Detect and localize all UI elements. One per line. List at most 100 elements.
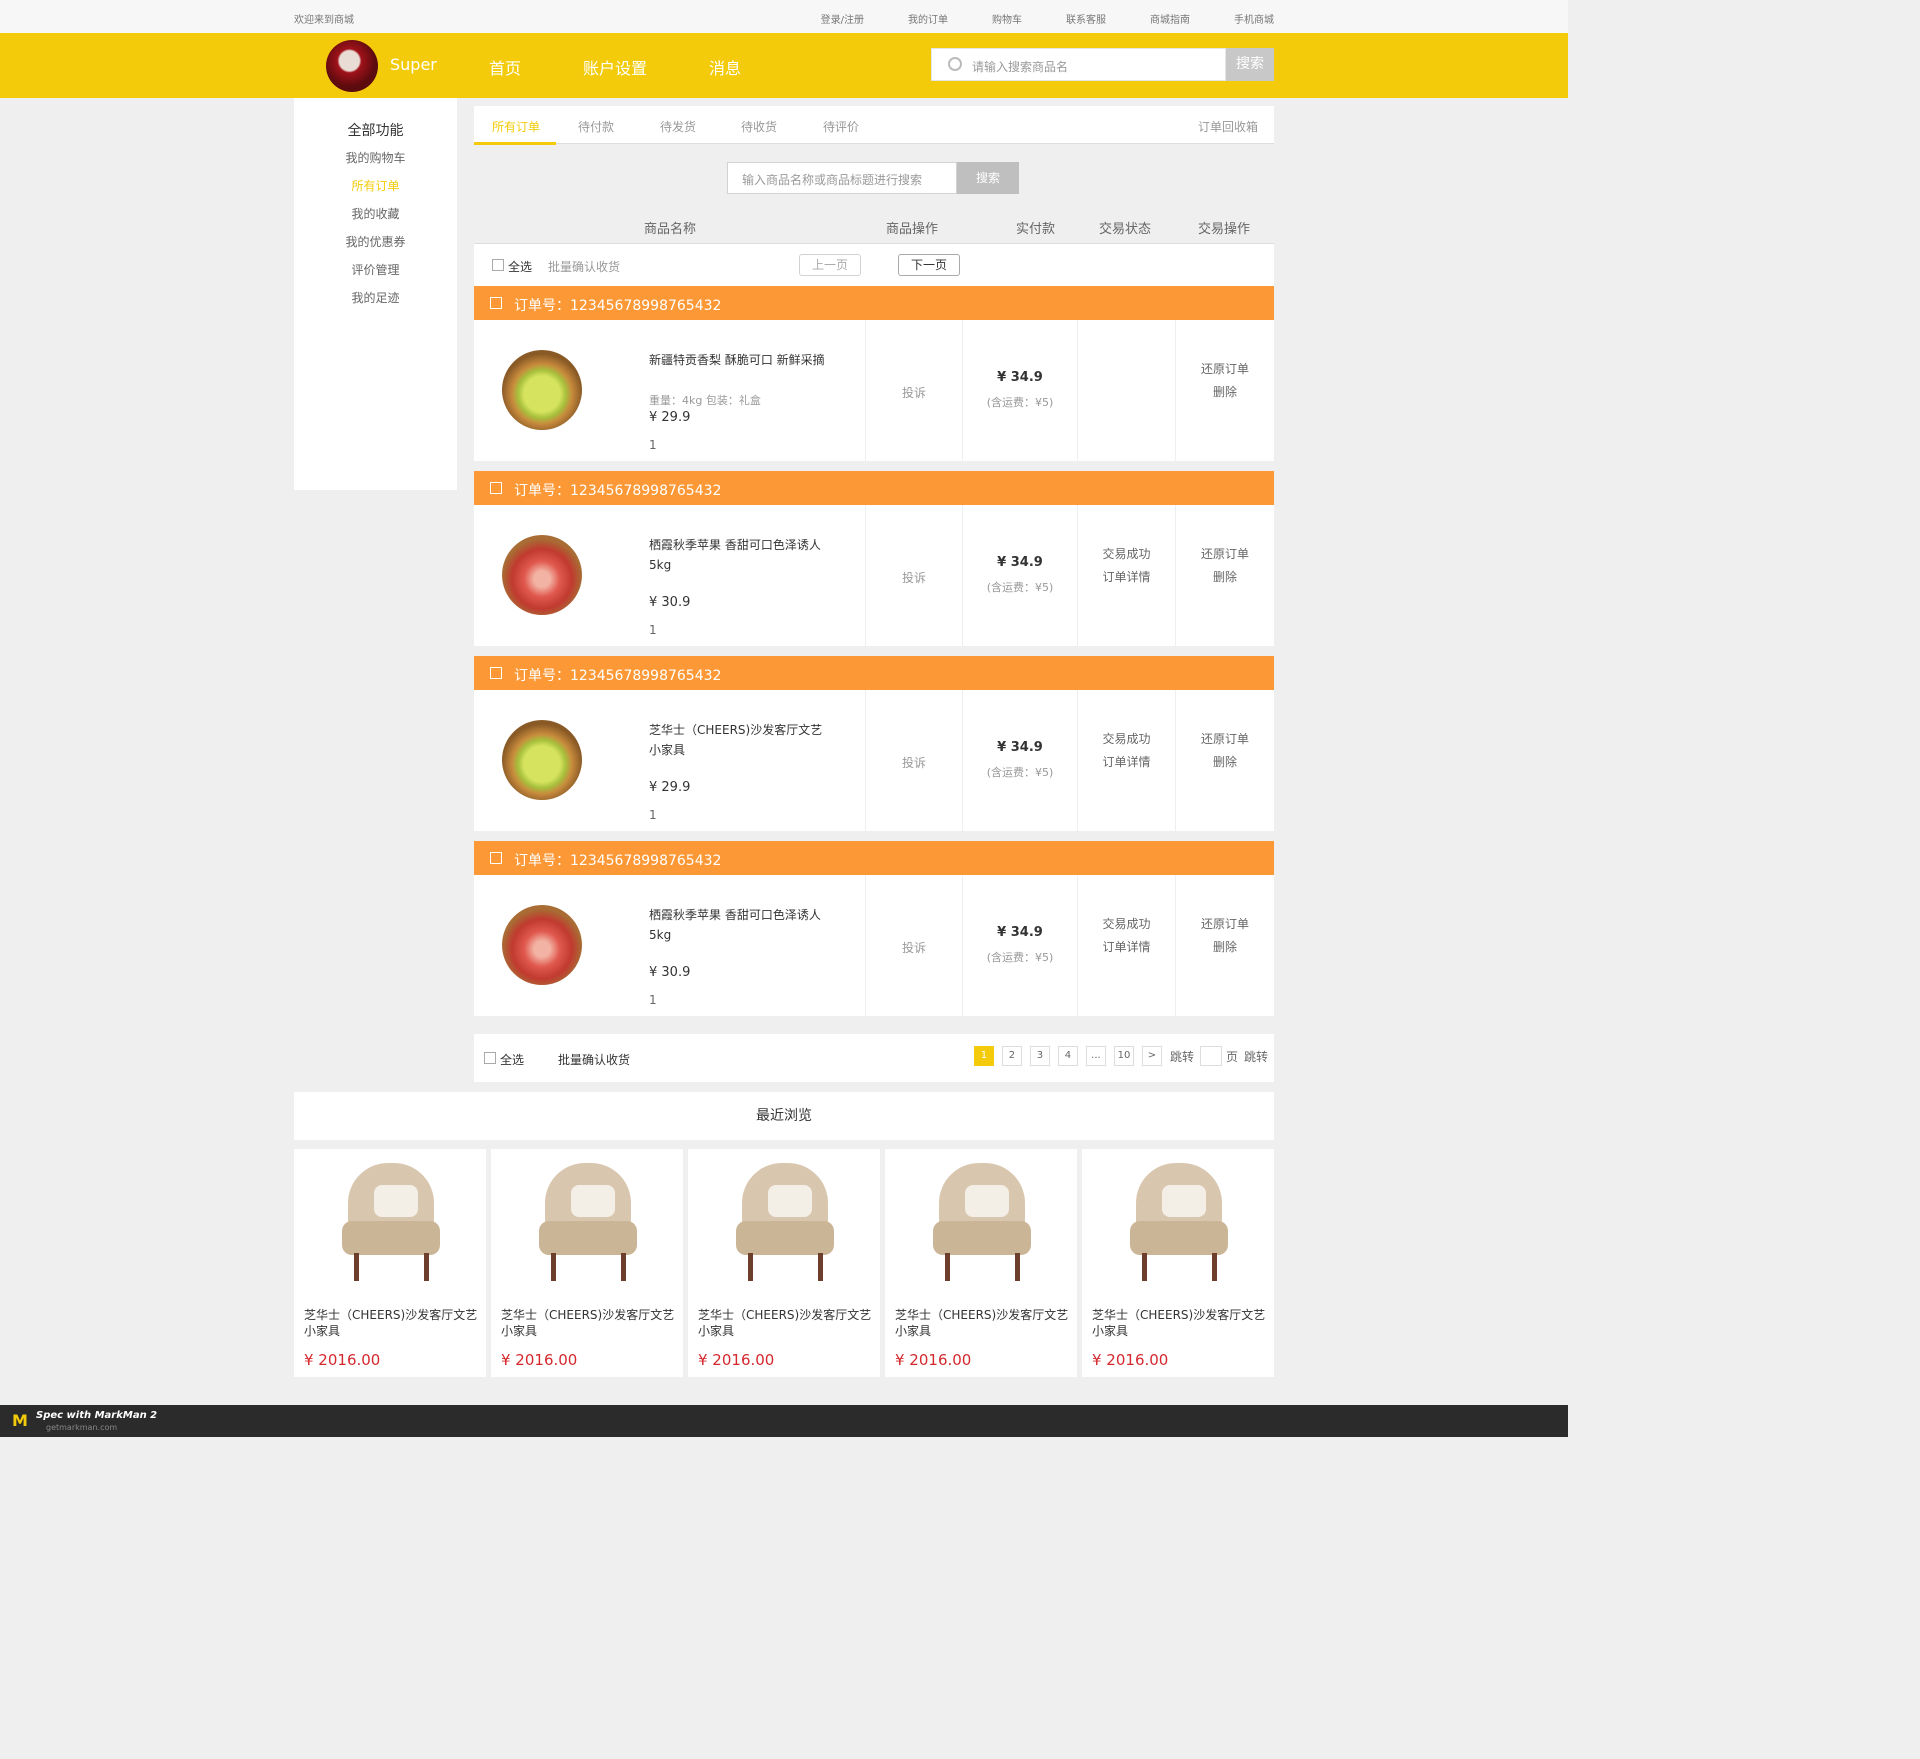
mall-guide-link[interactable]: 商城指南 [1150, 11, 1190, 26]
actions-cell: 还原订单 删除 [1176, 320, 1274, 461]
order-search-input[interactable]: 输入商品名称或商品标题进行搜索 [727, 162, 957, 194]
order-row: 栖霞秋季苹果 香甜可口色泽诱人5kg ¥ 30.9 1 投诉 ¥ 34.9 (含… [474, 505, 1274, 646]
recent-product-name[interactable]: 芝华士（CHEERS)沙发客厅文艺小家具 [304, 1307, 479, 1339]
order-checkbox[interactable] [490, 667, 502, 679]
product-name[interactable]: 新疆特贡香梨 酥脆可口 新鲜采摘 [649, 350, 829, 370]
recent-product-card[interactable]: 芝华士（CHEERS)沙发客厅文艺小家具 ¥ 2016.00 [294, 1149, 486, 1377]
product-image[interactable] [336, 1163, 446, 1281]
cart-link[interactable]: 购物车 [992, 11, 1022, 26]
nav-account-settings[interactable]: 账户设置 [583, 55, 647, 79]
order-action-1[interactable]: 删除 [1176, 566, 1274, 589]
jump-button[interactable]: 跳转 [1244, 1048, 1268, 1065]
recent-product-card[interactable]: 芝华士（CHEERS)沙发客厅文艺小家具 ¥ 2016.00 [688, 1149, 880, 1377]
col-product-name: 商品名称 [644, 222, 697, 237]
sidebar-item-cart[interactable]: 我的购物车 [294, 144, 457, 172]
product-name[interactable]: 芝华士（CHEERS)沙发客厅文艺小家具 [649, 720, 829, 760]
order-search-button[interactable]: 搜索 [957, 162, 1019, 194]
order-action-0[interactable]: 还原订单 [1176, 913, 1274, 936]
recent-product-card[interactable]: 芝华士（CHEERS)沙发客厅文艺小家具 ¥ 2016.00 [885, 1149, 1077, 1377]
page-1[interactable]: 1 [973, 1046, 994, 1066]
order-checkbox[interactable] [490, 297, 502, 309]
nav-home[interactable]: 首页 [489, 55, 521, 79]
shipping-fee: (含运费：¥5) [986, 396, 1054, 409]
page-number-input[interactable] [1199, 1046, 1222, 1066]
complain-link[interactable]: 投诉 [866, 754, 962, 771]
mobile-mall-link[interactable]: 手机商城 [1234, 11, 1274, 26]
order-action-1[interactable]: 删除 [1176, 751, 1274, 774]
nav-messages[interactable]: 消息 [709, 55, 741, 79]
product-image[interactable] [502, 350, 582, 430]
page-4[interactable]: 4 [1057, 1046, 1078, 1066]
product-action-cell: 投诉 [866, 875, 963, 1016]
recent-product-card[interactable]: 芝华士（CHEERS)沙发客厅文艺小家具 ¥ 2016.00 [1082, 1149, 1274, 1377]
product-name[interactable]: 栖霞秋季苹果 香甜可口色泽诱人5kg [649, 535, 829, 575]
recent-product-name[interactable]: 芝华士（CHEERS)沙发客厅文艺小家具 [698, 1307, 873, 1339]
tab-pending-payment[interactable]: 待付款 [578, 118, 614, 135]
product-cell: 栖霞秋季苹果 香甜可口色泽诱人5kg ¥ 30.9 1 [474, 505, 866, 646]
order-status-1[interactable]: 订单详情 [1078, 751, 1175, 774]
complain-link[interactable]: 投诉 [866, 569, 962, 586]
col-paid: 实付款 [1016, 222, 1056, 237]
search-input[interactable]: 请输入搜索商品名 [931, 48, 1226, 81]
recent-product-card[interactable]: 芝华士（CHEERS)沙发客厅文艺小家具 ¥ 2016.00 [491, 1149, 683, 1377]
page-2[interactable]: 2 [1001, 1046, 1022, 1066]
tab-pending-review[interactable]: 待评价 [823, 118, 859, 135]
order-number: 订单号：12345678998765432 [514, 668, 722, 684]
select-all-label-bottom[interactable]: 全选 [500, 1051, 524, 1068]
my-orders-link[interactable]: 我的订单 [908, 11, 948, 26]
product-spec: 重量：4kg 包装：礼盒 [649, 394, 761, 407]
recent-product-name[interactable]: 芝华士（CHEERS)沙发客厅文艺小家具 [1092, 1307, 1267, 1339]
product-image[interactable] [1124, 1163, 1234, 1281]
order-action-0[interactable]: 还原订单 [1176, 728, 1274, 751]
recent-product-price: ¥ 2016.00 [501, 1351, 578, 1369]
product-cell: 栖霞秋季苹果 香甜可口色泽诱人5kg ¥ 30.9 1 [474, 875, 866, 1016]
order-row: 芝华士（CHEERS)沙发客厅文艺小家具 ¥ 29.9 1 投诉 ¥ 34.9 … [474, 690, 1274, 831]
product-image[interactable] [502, 720, 582, 800]
batch-confirm-button[interactable]: 批量确认收货 [548, 258, 620, 275]
recent-product-name[interactable]: 芝华士（CHEERS)沙发客厅文艺小家具 [895, 1307, 1070, 1339]
pagination: 1 2 3 4 ... 10 > 跳转 页 跳转 [973, 1046, 1274, 1066]
select-all-checkbox[interactable] [492, 259, 504, 271]
order-status-1[interactable]: 订单详情 [1078, 566, 1175, 589]
sidebar-item-reviews[interactable]: 评价管理 [294, 256, 457, 284]
next-page-button[interactable]: 下一页 [898, 254, 960, 276]
order-action-0[interactable]: 还原订单 [1176, 543, 1274, 566]
product-image[interactable] [502, 905, 582, 985]
sidebar-item-favorites[interactable]: 我的收藏 [294, 200, 457, 228]
complain-link[interactable]: 投诉 [866, 939, 962, 956]
product-image[interactable] [533, 1163, 643, 1281]
page-3[interactable]: 3 [1029, 1046, 1050, 1066]
sidebar-item-footprints[interactable]: 我的足迹 [294, 284, 457, 312]
avatar[interactable] [326, 40, 378, 92]
tab-all-orders[interactable]: 所有订单 [492, 118, 540, 135]
order-header: 订单号：12345678998765432 [474, 656, 1274, 690]
sidebar-item-all-orders[interactable]: 所有订单 [294, 172, 457, 200]
order-action-1[interactable]: 删除 [1176, 381, 1274, 404]
complain-link[interactable]: 投诉 [866, 384, 962, 401]
search-button[interactable]: 搜索 [1226, 48, 1274, 81]
prev-page-button[interactable]: 上一页 [799, 254, 861, 276]
page-next-arrow[interactable]: > [1141, 1046, 1162, 1066]
order-recycle-bin[interactable]: 订单回收箱 [1198, 118, 1258, 135]
select-all-checkbox-bottom[interactable] [484, 1052, 496, 1064]
sidebar-item-coupons[interactable]: 我的优惠券 [294, 228, 457, 256]
product-image[interactable] [730, 1163, 840, 1281]
contact-service-link[interactable]: 联系客服 [1066, 11, 1106, 26]
tab-pending-receipt[interactable]: 待收货 [741, 118, 777, 135]
tab-pending-shipment[interactable]: 待发货 [660, 118, 696, 135]
order-checkbox[interactable] [490, 482, 502, 494]
login-register-link[interactable]: 登录/注册 [821, 11, 864, 26]
batch-confirm-button-bottom[interactable]: 批量确认收货 [558, 1051, 630, 1068]
order-status-1[interactable]: 订单详情 [1078, 936, 1175, 959]
markman-logo-icon: M [12, 1411, 28, 1430]
product-name[interactable]: 栖霞秋季苹果 香甜可口色泽诱人5kg [649, 905, 829, 945]
product-image[interactable] [502, 535, 582, 615]
actions-cell: 还原订单 删除 [1176, 875, 1274, 1016]
order-action-0[interactable]: 还原订单 [1176, 358, 1274, 381]
recent-product-name[interactable]: 芝华士（CHEERS)沙发客厅文艺小家具 [501, 1307, 676, 1339]
select-all-label[interactable]: 全选 [508, 258, 532, 275]
order-action-1[interactable]: 删除 [1176, 936, 1274, 959]
page-10[interactable]: 10 [1113, 1046, 1134, 1066]
product-image[interactable] [927, 1163, 1037, 1281]
order-checkbox[interactable] [490, 852, 502, 864]
